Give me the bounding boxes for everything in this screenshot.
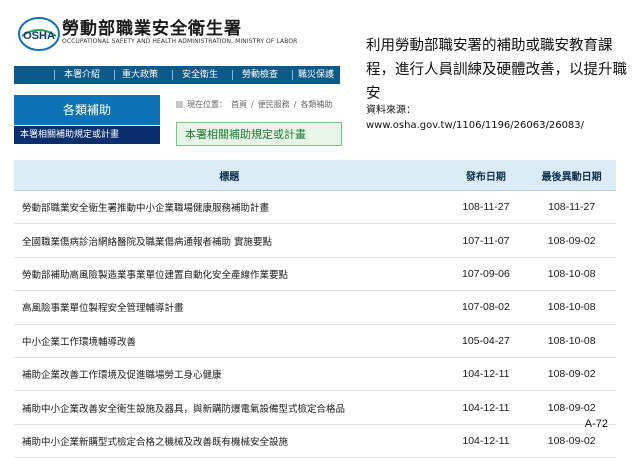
table-row: 中小企業工作環境輔導改善 105-04-27 108-10-08 <box>14 324 616 358</box>
column-header-published[interactable]: 發布日期 <box>444 160 528 191</box>
breadcrumb-item[interactable]: 便民服務 <box>258 100 290 109</box>
caption-text: 利用勞動部職安署的補助或職安教育課程，進行人員訓練及硬體改善，以提升職安 <box>366 38 627 102</box>
nav-item-about[interactable]: 本署介紹 <box>64 66 100 84</box>
row-updated-date: 108-09-02 <box>527 223 616 258</box>
row-title-link[interactable]: 補助中小企業新購型式檢定合格之機械及改善既有機械安全設施 <box>14 424 445 458</box>
page-title: 本署相關補助規定或計畫 <box>176 122 342 146</box>
row-title-link[interactable]: 補助中小企業改善安全衛生設施及器具，與新購防爆電氣設備型式檢定合格品 <box>14 390 445 425</box>
table-row: 補助中小企業新購型式檢定合格之機械及改善既有機械安全設施 104-12-11 1… <box>14 424 616 458</box>
svg-text:OSHA: OSHA <box>23 30 55 42</box>
row-published-date: 104-12-11 <box>444 357 528 392</box>
breadcrumb-separator: / <box>251 100 254 109</box>
row-updated-date: 108-10-08 <box>527 290 616 325</box>
table-row: 補助中小企業改善安全衛生設施及器具，與新購防爆電氣設備型式檢定合格品 104-1… <box>14 390 616 425</box>
table-row: 勞動部補助高風險製造業事業單位建置自動化安全產線作業要點 107-09-06 1… <box>14 257 616 292</box>
row-title-link[interactable]: 勞動部補助高風險製造業事業單位建置自動化安全產線作業要點 <box>14 257 445 292</box>
main-nav: 本署介紹 重大政策 安全衛生 勞動檢查 職災保護 <box>14 66 340 84</box>
table-row: 全國職業傷病診治網絡醫院及職業傷病通報者補助 實施要點 107-11-07 10… <box>14 223 616 258</box>
column-header-updated[interactable]: 最後異動日期 <box>527 160 616 191</box>
nav-item-inspection[interactable]: 勞動檢查 <box>242 66 278 84</box>
column-header-title[interactable]: 標題 <box>14 160 445 191</box>
row-updated-date: 108-10-08 <box>527 324 616 358</box>
nav-item-safety[interactable]: 安全衛生 <box>182 66 218 84</box>
nav-item-protection[interactable]: 職災保護 <box>298 66 334 84</box>
row-title-link[interactable]: 補助企業改善工作環境及促進職場勞工身心健康 <box>14 357 445 392</box>
nav-divider <box>114 70 115 80</box>
page-number: A-72 <box>584 418 608 430</box>
row-published-date: 108-11-27 <box>444 190 528 225</box>
table-row: 勞動部職業安全衛生署推動中小企業職場健康服務補助計畫 108-11-27 108… <box>14 190 616 225</box>
row-title-link[interactable]: 中小企業工作環境輔導改善 <box>14 324 445 358</box>
row-published-date: 107-11-07 <box>444 223 528 258</box>
nav-divider <box>232 70 233 80</box>
table-row: 高風險事業單位製程安全管理輔導計畫 107-08-02 108-10-08 <box>14 290 616 325</box>
nav-divider <box>172 70 173 80</box>
nav-item-policy[interactable]: 重大政策 <box>122 66 158 84</box>
row-published-date: 104-12-11 <box>444 424 528 458</box>
row-updated-date: 108-11-27 <box>527 190 616 225</box>
row-updated-date: 108-10-08 <box>527 257 616 292</box>
table-header-row: 標題 發布日期 最後異動日期 <box>14 160 616 191</box>
nav-divider <box>292 70 293 80</box>
sidebar-heading[interactable]: 各類補助 <box>14 95 160 125</box>
source-text: 資料來源： www.osha.gov.tw/1106/1196/26063/26… <box>366 105 585 131</box>
table-row: 補助企業改善工作環境及促進職場勞工身心健康 104-12-11 108-09-0… <box>14 357 616 392</box>
row-published-date: 107-08-02 <box>444 290 528 325</box>
row-updated-date: 108-09-02 <box>527 357 616 392</box>
breadcrumb: 現在位置： 首頁 / 便民服務 / 各類補助 <box>176 99 336 110</box>
osha-logo-icon[interactable]: OSHA <box>18 16 60 52</box>
site-title[interactable]: 勞動部職業安全衛生署 <box>62 14 242 39</box>
row-published-date: 105-04-27 <box>444 324 528 358</box>
site-subtitle: OCCUPATIONAL SAFETY AND HEALTH ADMINISTR… <box>62 38 298 45</box>
row-published-date: 104-12-11 <box>444 390 528 425</box>
breadcrumb-item[interactable]: 各類補助 <box>300 100 332 109</box>
breadcrumb-separator: / <box>293 100 297 109</box>
row-title-link[interactable]: 高風險事業單位製程安全管理輔導計畫 <box>14 290 445 325</box>
row-title-link[interactable]: 全國職業傷病診治網絡醫院及職業傷病通報者補助 實施要點 <box>14 223 445 258</box>
row-published-date: 107-09-06 <box>444 257 528 292</box>
breadcrumb-label: 現在位置： <box>187 100 227 109</box>
row-title-link[interactable]: 勞動部職業安全衛生署推動中小企業職場健康服務補助計畫 <box>14 190 445 225</box>
breadcrumb-item[interactable]: 首頁 <box>231 100 247 109</box>
home-icon <box>176 101 183 108</box>
subsidy-table: 標題 發布日期 最後異動日期 勞動部職業安全衛生署推動中小企業職場健康服務補助計… <box>14 160 616 458</box>
sidebar-item-subsidy-rules[interactable]: 本署相關補助規定或計畫 <box>14 126 160 144</box>
nav-divider <box>54 70 55 80</box>
